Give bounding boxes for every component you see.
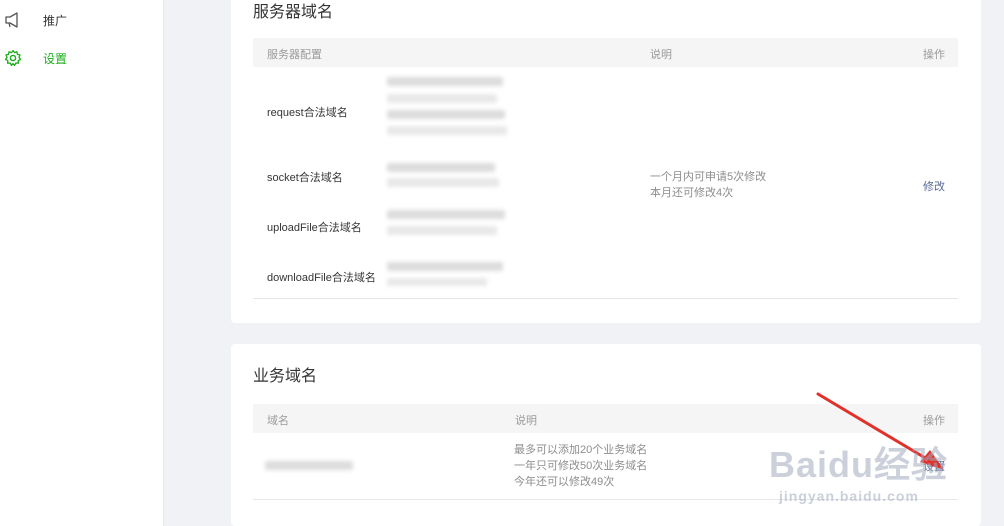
watermark-url: jingyan.baidu.com <box>778 488 919 504</box>
business-domain-description: 最多可以添加20个业务域名 一年只可修改50次业务域名 今年还可以修改49次 <box>514 442 647 490</box>
redacted-domain <box>387 262 503 271</box>
redacted-domain <box>387 226 497 235</box>
column-header-domain: 域名 <box>267 415 289 427</box>
column-header-action: 操作 <box>923 49 945 61</box>
redacted-domain <box>387 178 499 187</box>
server-domain-card: 服务器域名 服务器配置 说明 操作 request合法域名 socket合法域名… <box>231 0 981 323</box>
column-header-desc: 说明 <box>515 415 537 427</box>
sidebar-item-label: 设置 <box>43 51 68 66</box>
row-label-downloadfile: downloadFile合法域名 <box>267 272 376 284</box>
redacted-domain <box>387 163 495 172</box>
column-header-desc: 说明 <box>650 49 672 61</box>
modify-server-domain-link[interactable]: 修改 <box>923 178 945 194</box>
redacted-domain <box>387 210 505 219</box>
desc-line: 一年只可修改50次业务域名 <box>514 460 648 472</box>
sidebar: 推广 设置 <box>0 0 164 526</box>
redacted-domain <box>387 110 505 119</box>
server-domain-description: 一个月内可申请5次修改 本月还可修改4次 <box>650 169 766 201</box>
desc-line: 一个月内可申请5次修改 <box>650 171 767 183</box>
redacted-domain <box>265 461 353 470</box>
redacted-domain <box>387 126 507 135</box>
row-label-uploadfile: uploadFile合法域名 <box>267 222 362 234</box>
sidebar-item-label: 推广 <box>43 13 68 28</box>
section-title: 业务域名 <box>253 368 318 385</box>
divider <box>253 298 958 299</box>
row-label-socket: socket合法域名 <box>267 172 343 184</box>
desc-line: 本月还可修改4次 <box>650 187 734 199</box>
sidebar-item-settings[interactable]: 设置 <box>0 44 164 72</box>
desc-line: 今年还可以修改49次 <box>514 476 615 488</box>
megaphone-icon <box>4 11 22 29</box>
gear-icon <box>4 49 22 67</box>
redacted-domain <box>387 278 487 286</box>
section-title: 服务器域名 <box>253 4 334 21</box>
redacted-domain <box>387 77 503 86</box>
baidu-watermark: Baidu经验 jingyan.baidu.com <box>769 436 948 504</box>
row-label-request: request合法域名 <box>267 107 348 119</box>
column-header-config: 服务器配置 <box>267 49 322 61</box>
desc-line: 最多可以添加20个业务域名 <box>514 444 648 456</box>
sidebar-item-promotion[interactable]: 推广 <box>0 6 164 34</box>
redacted-domain <box>387 94 497 103</box>
watermark-logo-text: Baidu经验 <box>768 444 948 485</box>
table-header: 服务器配置 说明 操作 <box>253 38 958 67</box>
